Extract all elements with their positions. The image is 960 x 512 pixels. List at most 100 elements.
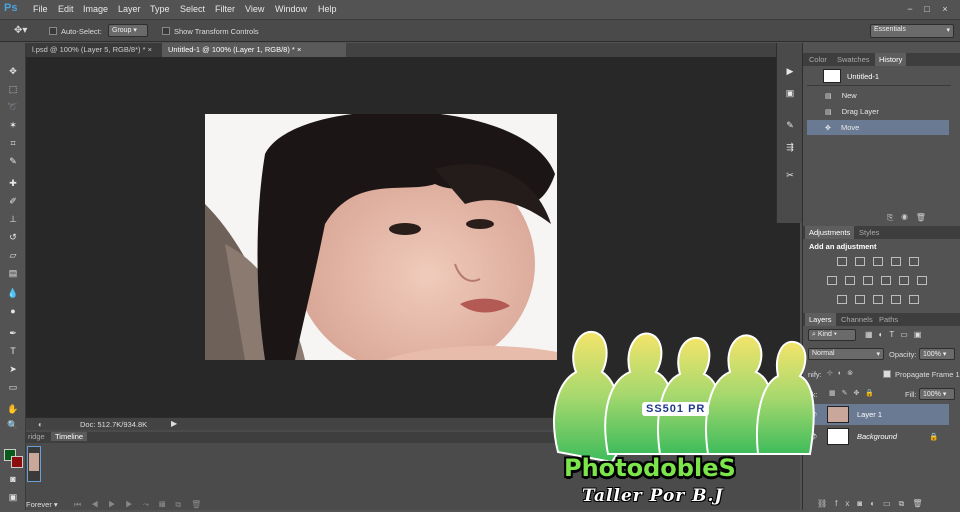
- path-selection-tool-icon[interactable]: ➤: [6, 363, 20, 375]
- curves-icon[interactable]: [873, 257, 883, 266]
- menu-type[interactable]: Type: [150, 4, 170, 14]
- loop-dropdown[interactable]: Forever ▾: [26, 500, 58, 509]
- layers-footer-icons[interactable]: ⛓fx◙◐▭⧉🗑: [817, 499, 930, 509]
- tab-channels[interactable]: Channels: [837, 313, 877, 326]
- info-panel-icon[interactable]: ▣: [783, 87, 797, 99]
- menu-view[interactable]: View: [245, 4, 264, 14]
- frame-1-thumbnail[interactable]: [27, 446, 41, 482]
- tab-adjustments[interactable]: Adjustments: [805, 226, 855, 239]
- tab-styles[interactable]: Styles: [855, 226, 883, 239]
- layer-lock-icon: 🔒: [929, 432, 939, 441]
- menu-filter[interactable]: Filter: [215, 4, 235, 14]
- brush-panel-icon[interactable]: ✎: [783, 119, 797, 131]
- tab-swatches[interactable]: Swatches: [833, 53, 874, 66]
- exposure-icon[interactable]: [891, 257, 901, 266]
- menu-help[interactable]: Help: [318, 4, 337, 14]
- history-item-drag-layer[interactable]: ▤ Drag Layer: [807, 104, 949, 119]
- workspace-dropdown[interactable]: Essentials ▾: [870, 24, 954, 38]
- tab-document-1[interactable]: l.psd @ 100% (Layer 5, RGB/8*) * ×: [26, 43, 162, 57]
- opacity-field[interactable]: 100% ▾: [919, 348, 955, 360]
- type-tool-icon[interactable]: T: [6, 345, 20, 357]
- menu-file[interactable]: File: [33, 4, 48, 14]
- rectangle-tool-icon[interactable]: ▭: [6, 381, 20, 393]
- menu-select[interactable]: Select: [180, 4, 205, 14]
- playback-controls[interactable]: ⏮◀▶▶⤳▦⧉🗑: [74, 500, 211, 510]
- play-action-icon[interactable]: ▶: [783, 65, 797, 77]
- tab-close-icon[interactable]: ×: [148, 45, 152, 54]
- brush-tool-icon[interactable]: ✐: [6, 195, 20, 207]
- invert-icon[interactable]: [837, 295, 847, 304]
- crop-tool-icon[interactable]: ⌗: [6, 137, 20, 149]
- tab-document-2[interactable]: Untitled-1 @ 100% (Layer 1, RGB/8) * ×: [162, 43, 346, 57]
- photo-filter-icon[interactable]: [881, 276, 891, 285]
- channel-mixer-icon[interactable]: [899, 276, 909, 285]
- tab-history[interactable]: History: [875, 53, 907, 66]
- history-item-move[interactable]: ✥ Move: [807, 120, 949, 135]
- gradient-tool-icon[interactable]: ▤: [6, 267, 20, 279]
- zoom-level-icon[interactable]: ◐: [38, 420, 43, 429]
- history-item-new[interactable]: ▤ New: [807, 88, 949, 103]
- transform-controls-checkbox[interactable]: [162, 27, 170, 35]
- threshold-icon[interactable]: [873, 295, 883, 304]
- brightness-icon[interactable]: [837, 257, 847, 266]
- dodge-tool-icon[interactable]: ●: [6, 305, 20, 317]
- hand-tool-icon[interactable]: ✋: [6, 403, 20, 415]
- tab-timeline[interactable]: Timeline: [51, 432, 88, 441]
- auto-select-value: Group: [112, 27, 132, 34]
- screen-mode-icon[interactable]: ▣: [6, 491, 20, 503]
- auto-select-checkbox[interactable]: [49, 27, 57, 35]
- tab-close-icon[interactable]: ×: [297, 45, 301, 54]
- tab-color[interactable]: Color: [805, 53, 831, 66]
- zoom-tool-icon[interactable]: 🔍: [6, 419, 20, 431]
- menu-window[interactable]: Window: [275, 4, 307, 14]
- auto-select-dropdown[interactable]: Group ▾: [108, 24, 148, 37]
- black-white-icon[interactable]: [863, 276, 873, 285]
- hue-saturation-icon[interactable]: [827, 276, 837, 285]
- pen-tool-icon[interactable]: ✒: [6, 327, 20, 339]
- history-snapshot[interactable]: Untitled-1: [807, 69, 951, 86]
- eraser-tool-icon[interactable]: ▱: [6, 249, 20, 261]
- menu-layer[interactable]: Layer: [118, 4, 141, 14]
- menu-edit[interactable]: Edit: [58, 4, 74, 14]
- minimize-button[interactable]: −: [904, 3, 916, 15]
- lasso-tool-icon[interactable]: ➰: [6, 101, 20, 113]
- background-color-swatch[interactable]: [11, 456, 23, 468]
- blur-tool-icon[interactable]: 💧: [6, 287, 20, 299]
- posterize-icon[interactable]: [855, 295, 865, 304]
- lock-icons[interactable]: ▦✎✥🔒: [829, 389, 880, 397]
- status-menu-arrow-icon[interactable]: ▶: [171, 419, 177, 428]
- unify-icons[interactable]: ⊹◐⊗: [827, 369, 858, 377]
- close-window-button[interactable]: ×: [939, 3, 951, 15]
- eyedropper-tool-icon[interactable]: ✎: [6, 155, 20, 167]
- marquee-tool-icon[interactable]: ⬚: [6, 83, 20, 95]
- magic-wand-tool-icon[interactable]: ✶: [6, 119, 20, 131]
- propagate-checkbox[interactable]: [883, 370, 891, 378]
- color-balance-icon[interactable]: [845, 276, 855, 285]
- quick-mask-icon[interactable]: ◙: [6, 473, 20, 485]
- frame-thumb-image: [29, 453, 39, 471]
- move-tool-preset-icon[interactable]: ✥▾: [14, 25, 27, 36]
- adjust-panel-icon[interactable]: ⇶: [783, 141, 797, 153]
- maximize-button[interactable]: □: [921, 3, 933, 15]
- document-canvas[interactable]: [205, 114, 557, 360]
- levels-icon[interactable]: [855, 257, 865, 266]
- vibrance-icon[interactable]: [909, 257, 919, 266]
- tab-paths[interactable]: Paths: [875, 313, 902, 326]
- fill-field[interactable]: 100% ▾: [919, 388, 955, 400]
- history-label: Drag Layer: [841, 107, 879, 116]
- layer-row-background[interactable]: 👁 Background 🔒: [803, 426, 949, 447]
- menu-image[interactable]: Image: [83, 4, 108, 14]
- layer-filter-icons[interactable]: ▦◐T▭▣: [865, 330, 927, 339]
- selective-color-icon[interactable]: [909, 295, 919, 304]
- blend-mode-dropdown[interactable]: Normal ▾: [808, 348, 884, 360]
- color-lookup-icon[interactable]: [917, 276, 927, 285]
- history-footer-icons[interactable]: ⎘◉🗑: [887, 213, 934, 223]
- layer-row-layer-1[interactable]: 👁 Layer 1: [803, 404, 949, 425]
- history-brush-tool-icon[interactable]: ↺: [6, 231, 20, 243]
- healing-brush-tool-icon[interactable]: ✚: [6, 177, 20, 189]
- gradient-map-icon[interactable]: [891, 295, 901, 304]
- move-tool-icon[interactable]: ✥: [6, 65, 20, 77]
- tool-presets-icon[interactable]: ✂: [783, 169, 797, 181]
- tab-bridge[interactable]: ridge: [26, 432, 45, 441]
- clone-stamp-tool-icon[interactable]: ⊥: [6, 213, 20, 225]
